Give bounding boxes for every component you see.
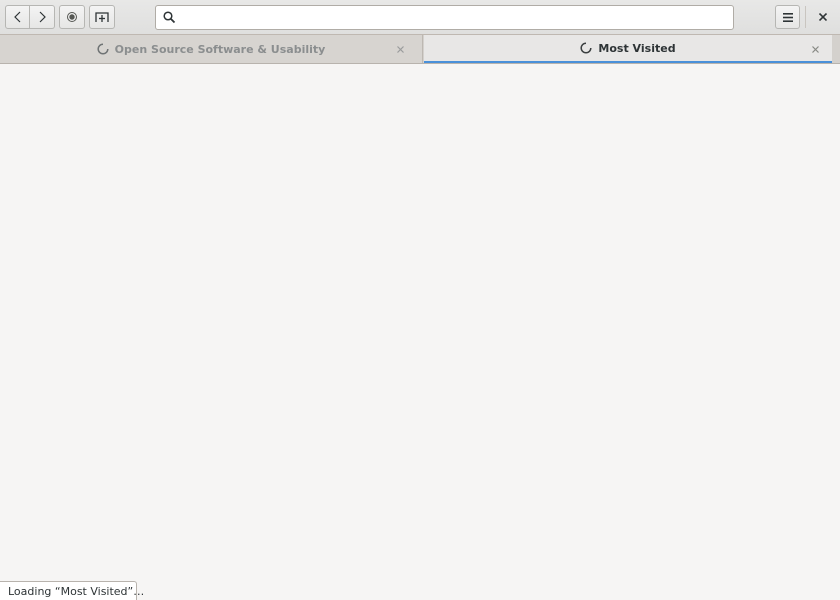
url-bar[interactable] xyxy=(155,5,734,30)
new-tab-icon xyxy=(95,12,109,22)
page-content[interactable] xyxy=(0,64,840,600)
record-button[interactable] xyxy=(59,5,85,29)
loading-spinner-icon xyxy=(97,43,109,55)
hamburger-menu-icon xyxy=(782,12,793,22)
close-window-button[interactable] xyxy=(812,6,834,28)
tab-bar: Open Source Software & Usability Most Vi… xyxy=(0,35,840,64)
tab-title: Open Source Software & Usability xyxy=(114,42,326,56)
tab-open-source-software[interactable]: Open Source Software & Usability xyxy=(0,35,423,63)
tab-close-button[interactable] xyxy=(808,42,822,56)
tab-close-button[interactable] xyxy=(393,42,407,56)
close-icon xyxy=(396,45,404,53)
header-bar xyxy=(0,0,840,35)
header-separator xyxy=(805,6,806,28)
record-icon xyxy=(67,12,77,22)
tab-title: Most Visited xyxy=(598,41,676,55)
forward-button[interactable] xyxy=(30,5,55,29)
back-button[interactable] xyxy=(5,5,30,29)
menu-button[interactable] xyxy=(775,5,800,29)
new-tab-button[interactable] xyxy=(89,5,115,29)
tab-most-visited[interactable]: Most Visited xyxy=(424,35,832,63)
chevron-right-icon xyxy=(39,11,46,23)
search-icon xyxy=(163,11,176,24)
status-bar: Loading “Most Visited”… xyxy=(0,581,144,600)
tab-bar-edge xyxy=(832,35,840,63)
url-input[interactable] xyxy=(182,8,722,27)
chevron-left-icon xyxy=(13,11,20,23)
close-icon xyxy=(811,45,819,53)
status-text: Loading “Most Visited”… xyxy=(8,585,145,598)
close-icon xyxy=(819,13,827,21)
loading-spinner-icon xyxy=(580,42,592,54)
